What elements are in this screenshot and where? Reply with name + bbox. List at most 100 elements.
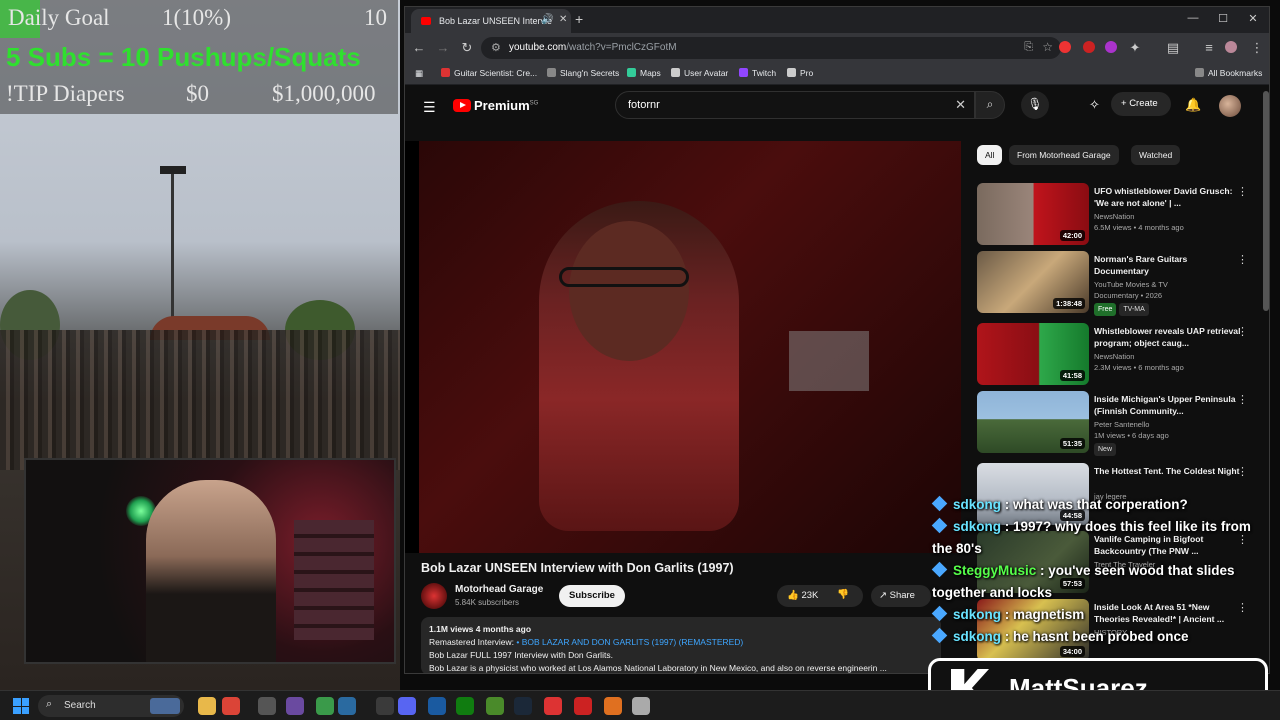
recommended-title[interactable]: The Hottest Tent. The Coldest Night [1094, 465, 1244, 477]
install-icon[interactable]: ⎘ [1024, 41, 1033, 54]
bookmark-1[interactable]: Slang'n Secrets [547, 68, 619, 78]
app-red-icon[interactable] [544, 697, 562, 715]
search-icon[interactable]: ⌕ [975, 91, 1005, 119]
chart-icon[interactable] [376, 697, 394, 715]
sidepanel-icon[interactable]: ▤ [1165, 40, 1181, 56]
tip-target: $1,000,000 [272, 81, 376, 106]
bookmark-0[interactable]: Guitar Scientist: Cre... [441, 68, 537, 78]
recommended-channel[interactable]: NewsNation [1094, 351, 1244, 362]
file-explorer-icon[interactable] [198, 697, 216, 715]
notifications-bell-icon[interactable]: 🔔 [1185, 97, 1201, 113]
more-options-icon[interactable]: ⋮ [1237, 253, 1248, 266]
scrollbar[interactable] [1263, 91, 1269, 311]
bookmark-star-icon[interactable]: ☆ [1042, 40, 1053, 54]
address-bar[interactable]: ⚙ youtube.com/watch?v=PmclCzGFotM ⎘ ☆ [481, 37, 1061, 59]
recommended-title[interactable]: Norman's Rare Guitars Documentary [1094, 253, 1244, 277]
search-input[interactable]: fotornr ✕ [615, 91, 975, 119]
microphone-icon[interactable]: 🎙 [1021, 91, 1049, 119]
desc-link[interactable]: • BOB LAZAR AND DON GARLITS (1997) (REMA… [516, 637, 743, 647]
bookmark-2[interactable]: Maps [627, 68, 661, 78]
steam-icon[interactable] [514, 697, 532, 715]
create-button[interactable]: + Create [1111, 92, 1171, 116]
more-options-icon[interactable]: ⋮ [1237, 393, 1248, 406]
thumbs-down-icon[interactable]: 👎 [837, 589, 849, 600]
app-ring-icon[interactable] [632, 697, 650, 715]
app-icon[interactable] [258, 697, 276, 715]
tab-youtube[interactable]: Bob Lazar UNSEEN Intervie 🔊 ✕ [411, 9, 571, 33]
recommended-channel[interactable]: YouTube Movies & TV [1094, 279, 1244, 290]
video-thumbnail[interactable]: 41:58 [977, 323, 1089, 385]
account-avatar[interactable] [1219, 95, 1241, 117]
taskbar-search[interactable]: ⌕ Search [38, 695, 184, 717]
obs-icon[interactable] [286, 697, 304, 715]
chrome-icon[interactable] [222, 697, 240, 715]
goal-target: 10 [364, 5, 387, 30]
recommended-badges: New [1094, 443, 1244, 456]
recommended-video[interactable]: 1:38:48 Norman's Rare Guitars Documentary… [977, 251, 1267, 316]
youtube-logo[interactable]: PremiumSG [453, 98, 538, 113]
like-button[interactable]: 👍 23K [787, 590, 818, 601]
speaker-icon[interactable]: 🔊 [541, 14, 553, 25]
chat-username: sdkong [953, 629, 1002, 644]
xbox-icon[interactable] [456, 697, 474, 715]
extension-purple-icon[interactable] [1105, 41, 1117, 53]
goal-overlay: Daily Goal 1(10%) 10 5 Subs = 10 Pushups… [0, 0, 398, 114]
video-thumbnail[interactable]: 1:38:48 [977, 251, 1089, 313]
discord-icon[interactable] [398, 697, 416, 715]
minimize-icon[interactable]: — [1183, 12, 1203, 24]
clear-search-icon[interactable]: ✕ [955, 97, 966, 113]
extension-red-icon[interactable] [1059, 41, 1071, 53]
bookmark-3[interactable]: User Avatar [671, 68, 728, 78]
share-button[interactable]: ↗ Share [871, 585, 931, 607]
back-icon[interactable]: ← [411, 40, 427, 55]
recommended-title[interactable]: Whistleblower reveals UAP retrieval prog… [1094, 325, 1244, 349]
channel-avatar[interactable] [421, 583, 447, 609]
window-close-icon[interactable]: ✕ [1243, 12, 1263, 25]
recommended-title[interactable]: UFO whistleblower David Grusch: 'We are … [1094, 185, 1244, 209]
more-options-icon[interactable]: ⋮ [1237, 185, 1248, 198]
gemini-icon[interactable]: ✧ [1089, 97, 1100, 113]
all-bookmarks[interactable]: All Bookmarks [1195, 68, 1262, 78]
editor-icon[interactable] [338, 697, 356, 715]
windows-start-icon[interactable] [13, 698, 29, 714]
youtube-play-icon [453, 99, 471, 112]
extensions-puzzle-icon[interactable]: ✦ [1127, 40, 1143, 56]
channel-name[interactable]: Motorhead Garage [455, 584, 543, 595]
close-icon[interactable]: ✕ [559, 14, 567, 25]
maximize-icon[interactable]: ☐ [1213, 12, 1233, 25]
forward-icon[interactable]: → [435, 40, 451, 55]
steam-alt-icon[interactable] [428, 697, 446, 715]
video-thumbnail[interactable]: 42:00 [977, 183, 1089, 245]
bookmark-4[interactable]: Twitch [739, 68, 776, 78]
site-info-icon[interactable]: ⚙ [491, 41, 501, 54]
recommended-channel[interactable]: Peter Santenello [1094, 419, 1244, 430]
chip-from-channel[interactable]: From Motorhead Garage [1009, 145, 1119, 165]
recommended-video[interactable]: 42:00 UFO whistleblower David Grusch: 'We… [977, 183, 1267, 247]
extension-record-icon[interactable] [1083, 41, 1095, 53]
reload-icon[interactable]: ↻ [459, 40, 475, 56]
recommended-channel[interactable]: NewsNation [1094, 211, 1244, 222]
app-record-icon[interactable] [574, 697, 592, 715]
video-description[interactable]: 1.1M views 4 months ago Remastered Inter… [421, 617, 941, 673]
bookmark-5[interactable]: Pro [787, 68, 813, 78]
browser-menu-icon[interactable]: ⋮ [1249, 40, 1265, 56]
apps-grid-icon[interactable]: ▦ [415, 68, 423, 79]
subscribe-button[interactable]: Subscribe [559, 585, 625, 607]
more-options-icon[interactable]: ⋮ [1237, 325, 1248, 338]
hamburger-menu-icon[interactable]: ☰ [423, 99, 436, 116]
recommended-title[interactable]: Inside Michigan's Upper Peninsula (Finni… [1094, 393, 1244, 417]
chip-watched[interactable]: Watched [1131, 145, 1181, 165]
profile-avatar[interactable] [1225, 41, 1237, 53]
media-icon[interactable]: ≡ [1201, 40, 1217, 55]
more-options-icon[interactable]: ⋮ [1237, 465, 1248, 478]
recommended-video[interactable]: 41:58 Whistleblower reveals UAP retrieval… [977, 323, 1267, 387]
video-player[interactable] [405, 141, 961, 553]
recommended-video[interactable]: 51:35 Inside Michigan's Upper Peninsula (… [977, 391, 1267, 456]
chip-all[interactable]: All [977, 145, 1003, 165]
pro-icon [787, 68, 796, 77]
new-tab-button[interactable]: + [575, 11, 583, 27]
app-orange-icon[interactable] [604, 697, 622, 715]
minecraft-icon[interactable] [486, 697, 504, 715]
video-thumbnail[interactable]: 51:35 [977, 391, 1089, 453]
live-icon[interactable] [316, 697, 334, 715]
